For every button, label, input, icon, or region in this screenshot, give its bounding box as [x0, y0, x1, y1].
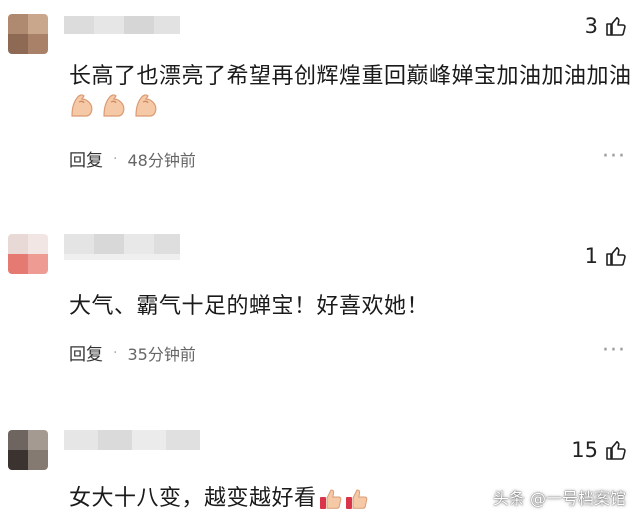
like-count: 3: [584, 14, 598, 38]
comment-meta: 回复 · 35分钟前: [69, 340, 196, 366]
thumbs-up-icon: [345, 489, 367, 509]
thumbs-up-outline-icon: [606, 16, 626, 36]
emoji-row: [319, 487, 369, 511]
flexed-biceps-icon: [71, 94, 93, 117]
separator-dot: ·: [113, 344, 118, 361]
reply-button[interactable]: 回复: [69, 340, 103, 365]
emoji-row: [69, 92, 161, 118]
thumbs-up-icon: [319, 489, 341, 509]
like-button[interactable]: 1: [585, 242, 628, 270]
flexed-biceps-icon: [135, 94, 157, 117]
comment-time: 48分钟前: [127, 150, 196, 170]
thumbs-up-outline-icon: [606, 440, 626, 460]
username-blurred[interactable]: [64, 12, 184, 42]
separator-dot: ·: [113, 150, 118, 167]
flexed-biceps-icon: [103, 94, 125, 117]
comment-text: 大气、霸气十足的蝉宝！好喜欢她！: [69, 294, 430, 319]
like-button[interactable]: 15: [571, 436, 628, 464]
like-count: 15: [571, 438, 598, 462]
thumbs-up-outline-icon: [606, 246, 626, 266]
like-button[interactable]: 3: [585, 12, 628, 40]
comment-text: 女大十八变，越变越好看: [69, 480, 369, 512]
avatar[interactable]: [8, 14, 48, 54]
reply-button[interactable]: 回复: [69, 146, 103, 171]
username-blurred[interactable]: [64, 428, 204, 458]
comment-text-content: 女大十八变，越变越好看: [69, 486, 317, 511]
watermark: 头条 @一号档案馆: [492, 489, 626, 508]
more-options-icon[interactable]: ···: [602, 144, 626, 169]
comment-time: 35分钟前: [127, 344, 196, 364]
username-blurred[interactable]: [64, 232, 184, 262]
like-count: 1: [584, 244, 598, 268]
comment-item-2: 1 大气、霸气十足的蝉宝！好喜欢她！ 回复 · 35分钟前 ···: [0, 222, 640, 382]
more-options-icon[interactable]: ···: [602, 338, 626, 363]
avatar[interactable]: [8, 430, 48, 470]
comment-text: 长高了也漂亮了希望再创辉煌重回巅峰婵宝加油加油加油: [69, 64, 632, 89]
comment-item-1: 3 长高了也漂亮了希望再创辉煌重回巅峰婵宝加油加油加油 回复 · 48分钟前 ·…: [0, 0, 640, 190]
avatar[interactable]: [8, 234, 48, 274]
comment-meta: 回复 · 48分钟前: [69, 146, 196, 172]
